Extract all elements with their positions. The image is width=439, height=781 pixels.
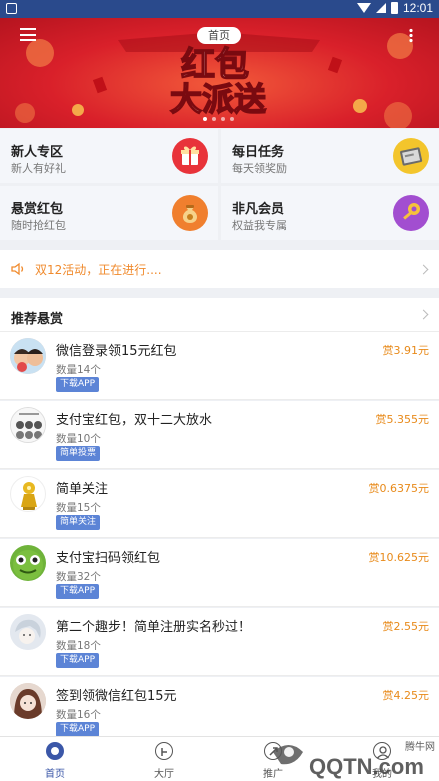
carousel-dot[interactable] [221, 117, 225, 121]
item-tag: 简单关注 [56, 515, 101, 530]
app-notification-icon [6, 3, 17, 14]
grid-item-subtitle: 新人有好礼 [11, 162, 66, 175]
status-icons: 12:01 [356, 1, 433, 15]
carousel-dots [203, 117, 234, 121]
carousel-dot[interactable] [230, 117, 234, 121]
gift-icon [172, 138, 208, 174]
wifi-icon [356, 3, 371, 13]
announcement-text: 双12活动，正在进行.... [35, 263, 162, 277]
grid-item-title: 非凡会员 [232, 202, 285, 217]
grid-item-subtitle: 每天领奖励 [232, 162, 287, 175]
item-count: 数量10个 [56, 433, 101, 445]
item-count: 数量15个 [56, 502, 101, 514]
more-options-icon[interactable] [409, 28, 413, 43]
item-reward: 赏2.55元 [382, 620, 430, 633]
list-item[interactable]: 签到领微信红包15元 数量16个 下载APP 赏4.25元 [0, 677, 439, 745]
item-count: 数量32个 [56, 571, 101, 583]
item-title: 简单关注 [56, 482, 109, 497]
tab-label: 大厅 [154, 769, 174, 780]
grid-item-title: 新人专区 [11, 145, 64, 160]
chevron-right-icon [418, 309, 429, 320]
page-title-pill: 首页 [197, 27, 241, 44]
item-title: 支付宝扫码领红包 [56, 551, 161, 566]
grid-item-subtitle: 随时抢红包 [11, 219, 66, 232]
item-reward: 赏0.6375元 [368, 482, 430, 495]
list-item[interactable]: 微信登录领15元红包 数量14个 下载APP 赏3.91元 [0, 332, 439, 400]
home-icon [46, 742, 64, 760]
item-reward: 赏4.25元 [382, 689, 430, 702]
battery-icon [390, 2, 398, 14]
vip-icon [393, 195, 429, 231]
feature-grid: 新人专区 新人有好礼 每日任务 每天领奖励 悬赏红包 随时抢红包 非凡会员 权益… [0, 129, 439, 240]
avatar [10, 338, 46, 374]
tab-mine[interactable]: 我的 [342, 737, 422, 781]
section-title: 推荐悬赏 [11, 312, 64, 327]
tab-label: 推广 [263, 769, 283, 780]
tab-label: 首页 [45, 769, 65, 780]
grid-item-vip[interactable]: 非凡会员 权益我专属 [221, 186, 439, 240]
grid-item-subtitle: 权益我专属 [232, 219, 287, 232]
grid-item-title: 悬赏红包 [11, 202, 64, 217]
grid-item-newcomer[interactable]: 新人专区 新人有好礼 [0, 129, 218, 183]
item-tag: 下载APP [56, 377, 100, 392]
chevron-right-icon [418, 264, 429, 275]
banner-title-line2: 大派送 [170, 80, 266, 118]
item-count: 数量18个 [56, 640, 101, 652]
item-reward: 赏3.91元 [382, 344, 430, 357]
avatar [10, 614, 46, 650]
carousel-dot[interactable] [203, 117, 207, 121]
speaker-icon [11, 262, 24, 276]
list-item[interactable]: 第二个趣步！简单注册实名秒过！ 数量18个 下载APP 赏2.55元 [0, 608, 439, 676]
menu-icon[interactable] [20, 28, 36, 41]
item-tag: 简单投票 [56, 446, 101, 461]
money-bag-icon [172, 195, 208, 231]
tab-hall[interactable]: 大厅 [124, 737, 204, 781]
tab-promote[interactable]: 推广 [233, 737, 313, 781]
user-icon [373, 742, 391, 760]
item-tag: 下载APP [56, 653, 100, 668]
list-item[interactable]: 支付宝扫码领红包 数量32个 下载APP 赏10.625元 [0, 539, 439, 607]
grid-item-daily-task[interactable]: 每日任务 每天领奖励 [221, 129, 439, 183]
item-count: 数量14个 [56, 364, 101, 376]
status-time: 12:01 [402, 1, 433, 15]
carousel-dot[interactable] [212, 117, 216, 121]
list-item[interactable]: 支付宝红包，双十二大放水 数量10个 简单投票 赏5.355元 [0, 401, 439, 469]
tab-home[interactable]: 首页 [15, 737, 95, 781]
item-title: 微信登录领15元红包 [56, 344, 177, 359]
item-reward: 赏10.625元 [368, 551, 430, 564]
item-tag: 下载APP [56, 722, 100, 737]
share-icon [264, 742, 282, 760]
promo-banner[interactable]: 红包 大派送 首页 [0, 18, 439, 128]
avatar [10, 476, 46, 512]
item-title: 支付宝红包，双十二大放水 [56, 413, 213, 428]
banner-title-line1: 红包 [181, 45, 249, 85]
item-title: 签到领微信红包15元 [56, 689, 177, 704]
item-reward: 赏5.355元 [375, 413, 430, 426]
avatar [10, 407, 46, 443]
item-count: 数量16个 [56, 709, 101, 721]
hall-icon [155, 742, 173, 760]
list-item[interactable]: 简单关注 数量15个 简单关注 赏0.6375元 [0, 470, 439, 538]
announcement-bar[interactable]: 双12活动，正在进行.... [0, 250, 439, 288]
tab-label: 我的 [372, 769, 392, 780]
bottom-tab-bar: 首页 大厅 推广 我的 [0, 736, 439, 781]
signal-icon [375, 3, 386, 13]
section-header-recommend[interactable]: 推荐悬赏 [0, 298, 439, 332]
avatar [10, 683, 46, 719]
task-card-icon [393, 138, 429, 174]
status-bar: 12:01 [0, 0, 439, 18]
grid-item-bounty[interactable]: 悬赏红包 随时抢红包 [0, 186, 218, 240]
grid-item-title: 每日任务 [232, 145, 285, 160]
avatar [10, 545, 46, 581]
item-tag: 下载APP [56, 584, 100, 599]
item-title: 第二个趣步！简单注册实名秒过！ [56, 620, 252, 635]
